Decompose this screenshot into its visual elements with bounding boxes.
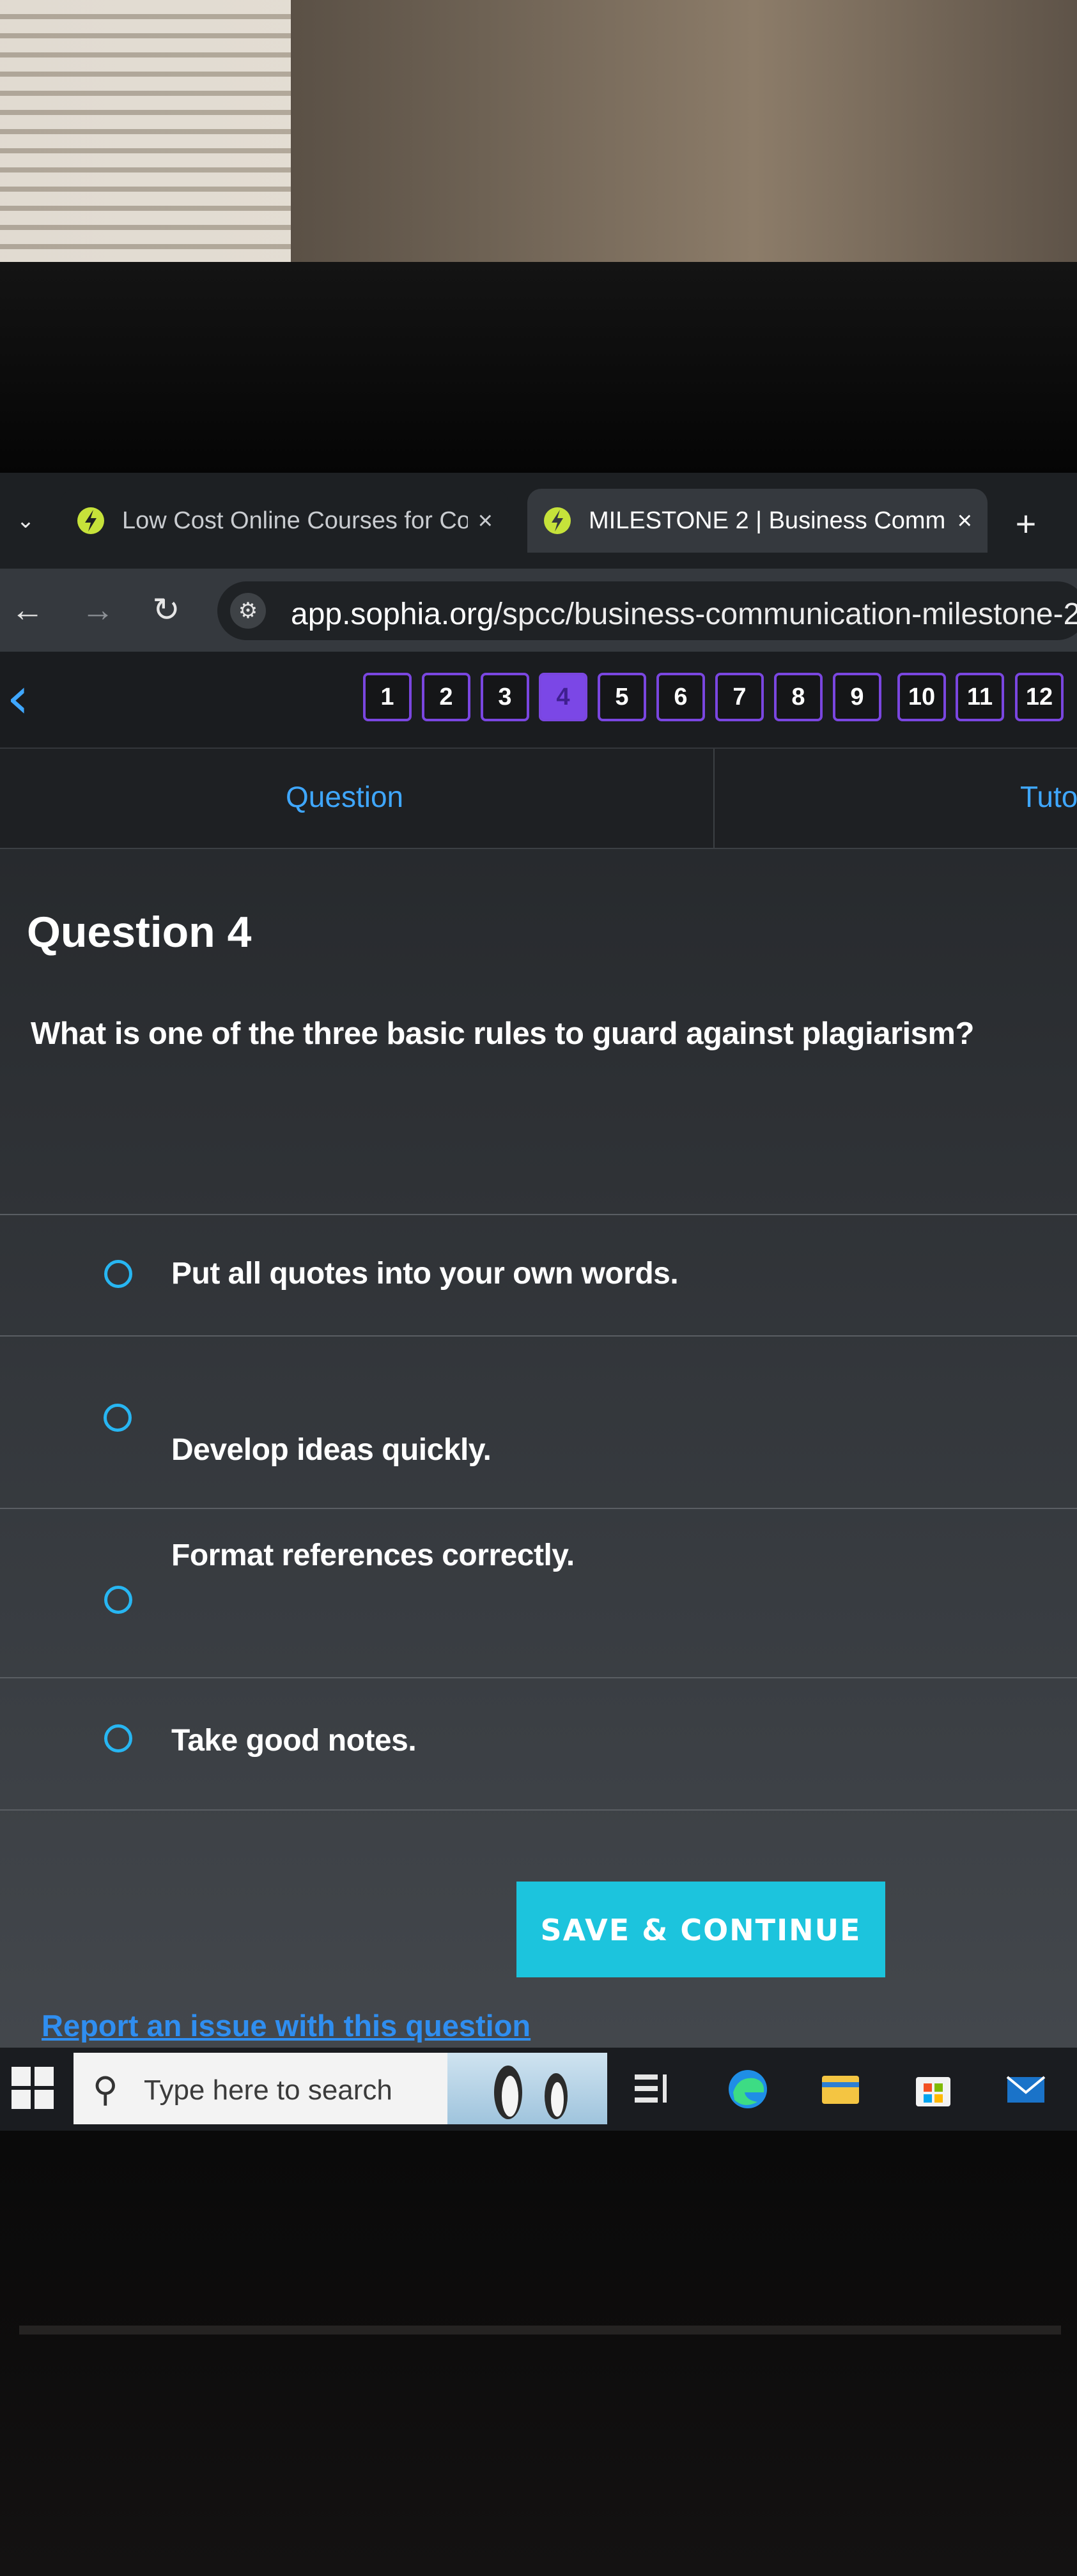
- tab-divider: [713, 749, 715, 848]
- choice-label: Develop ideas quickly.: [171, 1433, 492, 1467]
- microsoft-store-icon[interactable]: [911, 2067, 956, 2112]
- question-text: What is one of the three basic rules to …: [31, 1016, 974, 1051]
- search-icon: ⚲: [93, 2069, 118, 2110]
- url-path: /spcc/business-communication-milestone-2…: [493, 597, 1077, 631]
- edge-browser-icon[interactable]: [725, 2067, 770, 2112]
- radio-button[interactable]: [104, 1404, 132, 1432]
- forward-arrow-icon[interactable]: →: [75, 588, 120, 632]
- question-number-button-3[interactable]: 3: [481, 673, 529, 721]
- answer-choice[interactable]: Put all quotes into your own words.: [0, 1214, 1077, 1337]
- search-highlight-penguins-image: [447, 2053, 607, 2124]
- sophia-logo-icon: [77, 507, 104, 534]
- laptop-hinge: [19, 2326, 1061, 2334]
- browser-tab-milestone[interactable]: MILESTONE 2 | Business Comm ×: [527, 489, 988, 553]
- question-number-button-1[interactable]: 1: [363, 673, 412, 721]
- question-number-button-9[interactable]: 9: [833, 673, 881, 721]
- url-text: app.sophia.org/spcc/business-communicati…: [291, 597, 1077, 632]
- question-heading: Question 4: [27, 908, 252, 956]
- question-number-button-4[interactable]: 4: [539, 673, 587, 721]
- background-room: [0, 0, 1077, 300]
- answer-choice[interactable]: Take good notes.: [0, 1677, 1077, 1811]
- tab-question[interactable]: Question: [286, 779, 403, 814]
- windows-taskbar: ⚲ Type here to search: [0, 2048, 1077, 2131]
- sophia-logo-icon: [544, 507, 571, 534]
- previous-chevron-icon[interactable]: ‹: [6, 670, 29, 727]
- report-issue-link[interactable]: Report an issue with this question: [42, 2008, 531, 2043]
- question-number-button-10[interactable]: 10: [897, 673, 946, 721]
- answer-choice[interactable]: Develop ideas quickly.: [0, 1335, 1077, 1509]
- question-number-button-11[interactable]: 11: [956, 673, 1004, 721]
- save-continue-button[interactable]: SAVE & CONTINUE: [516, 1882, 885, 1977]
- answer-choice[interactable]: Format references correctly.: [0, 1508, 1077, 1678]
- close-tab-icon[interactable]: ×: [478, 507, 493, 535]
- tab-strip: ⌄ Low Cost Online Courses for Co × MILES…: [0, 473, 1077, 569]
- task-view-icon[interactable]: [630, 2067, 674, 2112]
- tab-title: MILESTONE 2 | Business Comm: [589, 507, 946, 534]
- radio-button[interactable]: [104, 1586, 132, 1614]
- mail-icon[interactable]: [1003, 2067, 1048, 2112]
- question-navigation: ‹ 1 2 3 4 5 6 7 8 9 10 11 12: [0, 652, 1077, 747]
- question-number-button-8[interactable]: 8: [774, 673, 823, 721]
- question-number-button-6[interactable]: 6: [656, 673, 705, 721]
- browser-window: ⌄ Low Cost Online Courses for Co × MILES…: [0, 473, 1077, 2115]
- file-explorer-icon[interactable]: [818, 2067, 863, 2112]
- question-number-button-12[interactable]: 12: [1015, 673, 1064, 721]
- tab-title: Low Cost Online Courses for Co: [122, 507, 468, 534]
- tab-tutorial[interactable]: Tuto: [1020, 779, 1077, 814]
- close-tab-icon[interactable]: ×: [957, 507, 972, 535]
- monitor-bezel-top: [0, 262, 1077, 473]
- choice-label: Take good notes.: [171, 1724, 417, 1758]
- question-number-button-2[interactable]: 2: [422, 673, 470, 721]
- radio-button[interactable]: [104, 1260, 132, 1288]
- question-number-button-7[interactable]: 7: [715, 673, 764, 721]
- window-blinds: [0, 0, 291, 294]
- question-tabs: Question Tuto: [0, 747, 1077, 849]
- choice-label: Put all quotes into your own words.: [171, 1257, 679, 1291]
- url-domain: app.sophia.org: [291, 597, 494, 631]
- site-settings-icon[interactable]: ⚙: [230, 593, 266, 629]
- back-arrow-icon[interactable]: ←: [5, 588, 50, 632]
- tab-search-button[interactable]: ⌄: [6, 502, 45, 540]
- reload-icon[interactable]: ↻: [144, 588, 189, 632]
- search-placeholder: Type here to search: [144, 2074, 392, 2106]
- question-number-button-5[interactable]: 5: [598, 673, 646, 721]
- choice-label: Format references correctly.: [171, 1538, 575, 1572]
- windows-start-icon[interactable]: [12, 2067, 54, 2109]
- new-tab-button[interactable]: +: [1000, 498, 1051, 549]
- monitor-bezel-bottom: [0, 2131, 1077, 2576]
- page-content: ‹ 1 2 3 4 5 6 7 8 9 10 11 12 Question Tuto Question…: [0, 652, 1077, 2115]
- browser-toolbar: ← → ↻ ⚙ app.sophia.org/spcc/business-com…: [0, 569, 1077, 652]
- browser-tab-low-cost-courses[interactable]: Low Cost Online Courses for Co ×: [61, 489, 508, 553]
- radio-button[interactable]: [104, 1724, 132, 1752]
